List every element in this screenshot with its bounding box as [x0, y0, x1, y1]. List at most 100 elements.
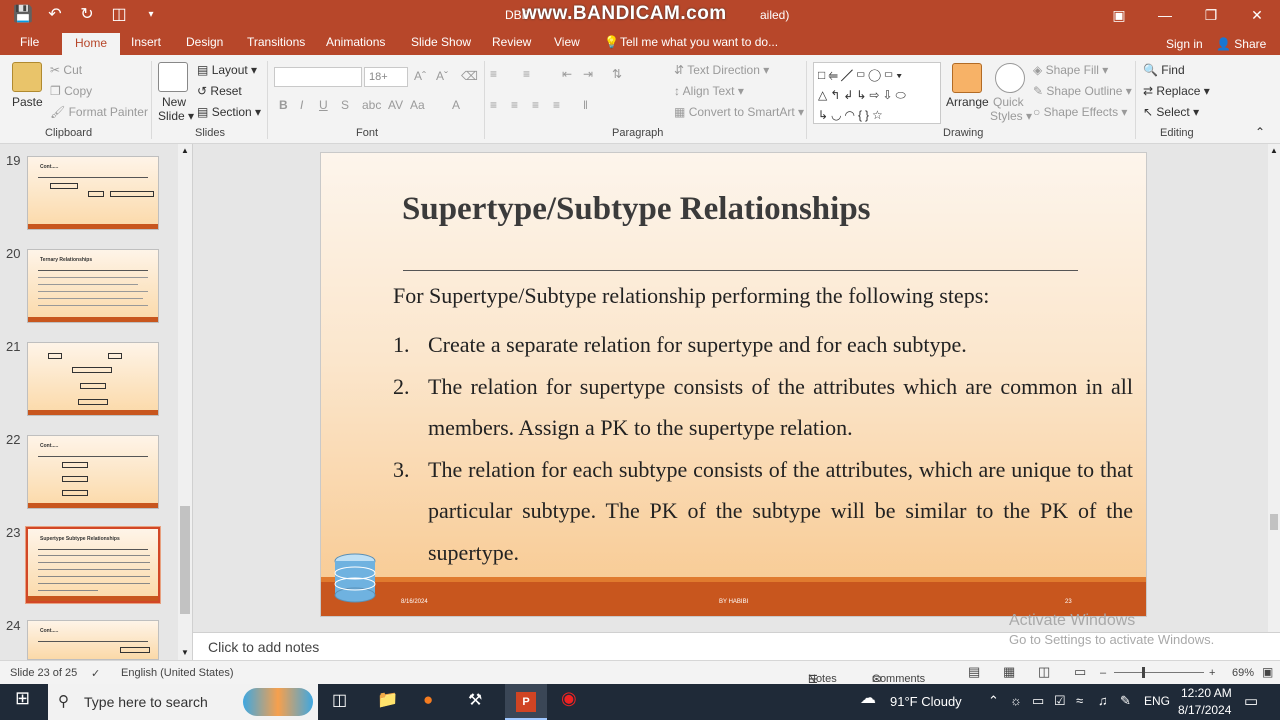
notes-placeholder[interactable]: Click to add notes	[208, 639, 319, 655]
tab-transitions[interactable]: Transitions	[247, 35, 305, 49]
customize-icon[interactable]: ▾	[140, 5, 162, 25]
tab-review[interactable]: Review	[492, 35, 531, 49]
slide-canvas[interactable]: Supertype/Subtype Relationships For Supe…	[320, 152, 1147, 617]
battery-icon[interactable]: ▭	[1032, 693, 1044, 709]
clock-date[interactable]: 8/17/2024	[1178, 703, 1231, 717]
font-name-box[interactable]	[274, 67, 362, 87]
language-indicator[interactable]: English (United States)	[121, 667, 234, 679]
windows-start-icon[interactable]: ⊞	[15, 688, 30, 709]
select-button[interactable]: ↖ Select ▾	[1143, 105, 1199, 119]
restore-icon[interactable]: ❐	[1188, 0, 1234, 31]
share-button[interactable]: 👤 Share	[1216, 37, 1266, 51]
collapse-ribbon-icon[interactable]: ⌃	[1255, 125, 1265, 139]
quick-styles-button[interactable]: Quick	[993, 95, 1024, 109]
meet-now-icon[interactable]: ☼	[1010, 693, 1022, 708]
numbering-icon[interactable]: ≡	[523, 67, 530, 81]
text-direction-button[interactable]: ⇵ Text Direction ▾	[674, 63, 769, 77]
tab-insert[interactable]: Insert	[131, 35, 161, 49]
tab-slide-show[interactable]: Slide Show	[411, 35, 471, 49]
taskbar-search-box[interactable]: ⚲ Type here to search	[48, 684, 318, 720]
new-slide-icon[interactable]	[158, 62, 188, 92]
save-icon[interactable]: 💾	[12, 5, 34, 25]
slide-lead-text[interactable]: For Supertype/Subtype relationship perfo…	[393, 283, 989, 309]
quick-styles-icon[interactable]	[995, 63, 1025, 93]
format-painter-button[interactable]: 🖌 Format Painter	[50, 105, 148, 119]
tab-view[interactable]: View	[554, 35, 580, 49]
new-slide-dropdown[interactable]: Slide ▾	[158, 109, 194, 123]
volume-icon[interactable]: ♫	[1098, 693, 1108, 708]
align-center-icon[interactable]: ≡	[511, 98, 518, 112]
increase-indent-icon[interactable]: ⇥	[583, 67, 593, 81]
justify-icon[interactable]: ≡	[553, 98, 560, 112]
fit-to-window-icon[interactable]: ▣	[1262, 665, 1273, 679]
bold-icon[interactable]: B	[279, 98, 288, 112]
scroll-up-icon[interactable]: ▲	[1270, 146, 1278, 155]
redo-icon[interactable]: ↻	[76, 5, 98, 25]
language-indicator-taskbar[interactable]: ENG	[1144, 694, 1170, 708]
italic-icon[interactable]: I	[300, 98, 303, 112]
underline-icon[interactable]: U	[319, 98, 328, 112]
zoom-slider[interactable]	[1114, 672, 1204, 673]
tab-file[interactable]: File	[20, 35, 39, 49]
tab-animations[interactable]: Animations	[326, 35, 385, 49]
minimize-icon[interactable]: —	[1142, 0, 1188, 31]
close-icon[interactable]: ✕	[1234, 0, 1280, 31]
reading-view-icon[interactable]: ◫	[1038, 664, 1050, 680]
bullets-icon[interactable]: ≡	[490, 67, 497, 81]
slide-thumbnail-23[interactable]: Supertype Subtype Relationships	[25, 526, 161, 604]
slide-sorter-icon[interactable]: ▦	[1003, 664, 1015, 680]
zoom-slider-thumb[interactable]	[1142, 667, 1145, 678]
shape-fill-button[interactable]: ◈ Shape Fill ▾	[1033, 63, 1108, 77]
smartart-button[interactable]: ▦ Convert to SmartArt ▾	[674, 105, 804, 119]
slideshow-view-icon[interactable]: ▭	[1074, 664, 1086, 680]
scrollbar-thumb[interactable]	[1270, 514, 1278, 530]
scrollbar-thumb[interactable]	[180, 506, 190, 614]
section-button[interactable]: ▤ Section ▾	[197, 105, 261, 119]
slide-thumbnail-21[interactable]	[27, 342, 159, 416]
shapes-gallery[interactable]: □⥢╱▭◯▭▾ △↰↲↳⇨⇩⬭ ↳◡◠{}☆	[813, 62, 941, 124]
security-icon[interactable]: ☑	[1054, 693, 1066, 709]
file-explorer-icon[interactable]: 📁	[377, 690, 398, 710]
sign-in-link[interactable]: Sign in	[1166, 37, 1203, 51]
slide-thumbnail-22[interactable]: Cont.....	[27, 435, 159, 509]
clear-format-icon[interactable]: ⌫	[461, 69, 478, 83]
spellcheck-icon[interactable]: ✓	[91, 667, 100, 680]
task-view-icon[interactable]: ◫	[332, 690, 347, 710]
paste-button[interactable]: Paste	[12, 95, 43, 109]
present-icon[interactable]: ◫	[108, 5, 130, 25]
scroll-down-icon[interactable]: ▼	[181, 648, 189, 657]
show-hidden-icons[interactable]: ⌃	[988, 693, 999, 709]
thumbnails-scrollbar[interactable]: ▲ ▼	[178, 144, 192, 660]
slide-thumbnail-20[interactable]: Ternary Relationships	[27, 249, 159, 323]
tab-home[interactable]: Home	[62, 33, 121, 55]
columns-icon[interactable]: ‖	[583, 98, 588, 112]
zoom-level[interactable]: 69%	[1232, 667, 1254, 679]
ribbon-display-icon[interactable]: ▣	[1096, 0, 1142, 31]
shape-effects-button[interactable]: ○ Shape Effects ▾	[1033, 105, 1127, 119]
record-icon[interactable]: ◉	[561, 688, 577, 709]
steps-list[interactable]: 1. Create a separate relation for superty…	[393, 324, 1133, 574]
slide-thumbnail-24[interactable]: Cont.....	[27, 620, 159, 660]
normal-view-icon[interactable]: ▤	[968, 664, 980, 680]
align-right-icon[interactable]: ≡	[532, 98, 539, 112]
copy-button[interactable]: ❐ Copy	[50, 84, 92, 98]
notifications-icon[interactable]: ▭	[1244, 692, 1258, 710]
font-color-icon[interactable]: A	[452, 98, 460, 112]
firefox-icon[interactable]: ●	[423, 690, 433, 710]
arrange-icon[interactable]	[952, 63, 982, 93]
clock-time[interactable]: 12:20 AM	[1181, 686, 1232, 700]
reset-button[interactable]: ↺ Reset	[197, 84, 242, 98]
slide-thumbnail-19[interactable]: Cont.....	[27, 156, 159, 230]
align-text-button[interactable]: ↕ Align Text ▾	[674, 84, 744, 98]
new-slide-button[interactable]: New	[162, 95, 186, 109]
layout-button[interactable]: ▤ Layout ▾	[197, 63, 257, 77]
zoom-in-icon[interactable]: +	[1209, 667, 1215, 679]
change-case-icon[interactable]: Aa	[410, 98, 425, 112]
align-left-icon[interactable]: ≡	[490, 98, 497, 112]
weather-text[interactable]: 91°F Cloudy	[890, 694, 962, 709]
slide-title[interactable]: Supertype/Subtype Relationships	[402, 191, 871, 228]
spacing-icon[interactable]: AV	[388, 98, 403, 112]
shrink-font-icon[interactable]: Aˇ	[436, 69, 448, 83]
quick-styles-dropdown[interactable]: Styles ▾	[990, 109, 1032, 123]
arrange-button[interactable]: Arrange	[946, 95, 989, 109]
